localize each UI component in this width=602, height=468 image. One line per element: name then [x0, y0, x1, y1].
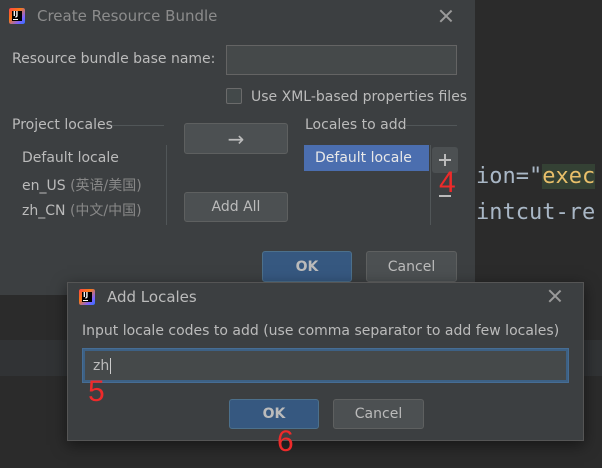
locale-native-name: (中文/中国)	[69, 203, 142, 219]
close-icon[interactable]	[547, 288, 563, 304]
use-xml-checkbox[interactable]	[226, 88, 242, 104]
dialog-title: Add Locales	[107, 288, 197, 306]
text-caret	[110, 357, 112, 374]
code-line-1: ion="exec	[476, 164, 596, 189]
project-locale-item[interactable]: Default locale	[22, 150, 119, 166]
cancel-button[interactable]: Cancel	[366, 251, 457, 282]
add-locales-dialog: Add Locales Input locale codes to add (u…	[67, 282, 584, 458]
project-locales-header: Project locales	[12, 117, 113, 133]
move-right-button[interactable]: →	[184, 123, 288, 154]
cancel-button[interactable]: Cancel	[333, 399, 424, 429]
dialog-titlebar: Create Resource Bundle	[0, 0, 475, 32]
list-border	[166, 145, 167, 225]
base-name-label: Resource bundle base name:	[12, 51, 216, 67]
locale-codes-value: zh	[93, 357, 110, 374]
base-name-input[interactable]	[226, 45, 457, 75]
locale-native-name: (英语/美国)	[70, 178, 142, 194]
dialog-title: Create Resource Bundle	[37, 7, 218, 25]
step-annotation-4: 4	[439, 166, 456, 199]
divider	[112, 125, 164, 126]
ok-button[interactable]: OK	[229, 399, 319, 429]
locale-codes-input[interactable]: zh	[83, 349, 568, 382]
list-border	[430, 145, 431, 225]
close-icon[interactable]	[438, 8, 454, 24]
locale-code: zh_CN	[22, 203, 66, 219]
project-locale-item[interactable]: zh_CN (中文/中国)	[22, 200, 142, 220]
intellij-logo-icon	[9, 8, 25, 24]
code-string: exec	[542, 164, 596, 189]
code-line-2: intcut-re	[476, 200, 596, 225]
ok-button[interactable]: OK	[262, 251, 352, 282]
arrow-right-icon: →	[227, 126, 245, 151]
add-all-button[interactable]: Add All	[184, 192, 288, 222]
locale-to-add-item[interactable]: Default locale	[304, 145, 429, 171]
divider	[405, 125, 457, 126]
locale-code: en_US	[22, 178, 66, 194]
code-attr: ion="	[476, 164, 543, 189]
create-resource-bundle-dialog: Create Resource Bundle Resource bundle b…	[0, 0, 476, 296]
project-locale-item[interactable]: en_US (英语/美国)	[22, 175, 142, 195]
locale-code: Default locale	[22, 150, 119, 166]
step-annotation-6: 6	[277, 425, 294, 458]
use-xml-label: Use XML-based properties files	[251, 89, 468, 105]
step-annotation-5: 5	[88, 375, 105, 408]
locales-to-add-header: Locales to add	[305, 117, 407, 133]
locale-codes-prompt: Input locale codes to add (use comma sep…	[82, 323, 560, 339]
intellij-logo-icon	[79, 289, 95, 305]
